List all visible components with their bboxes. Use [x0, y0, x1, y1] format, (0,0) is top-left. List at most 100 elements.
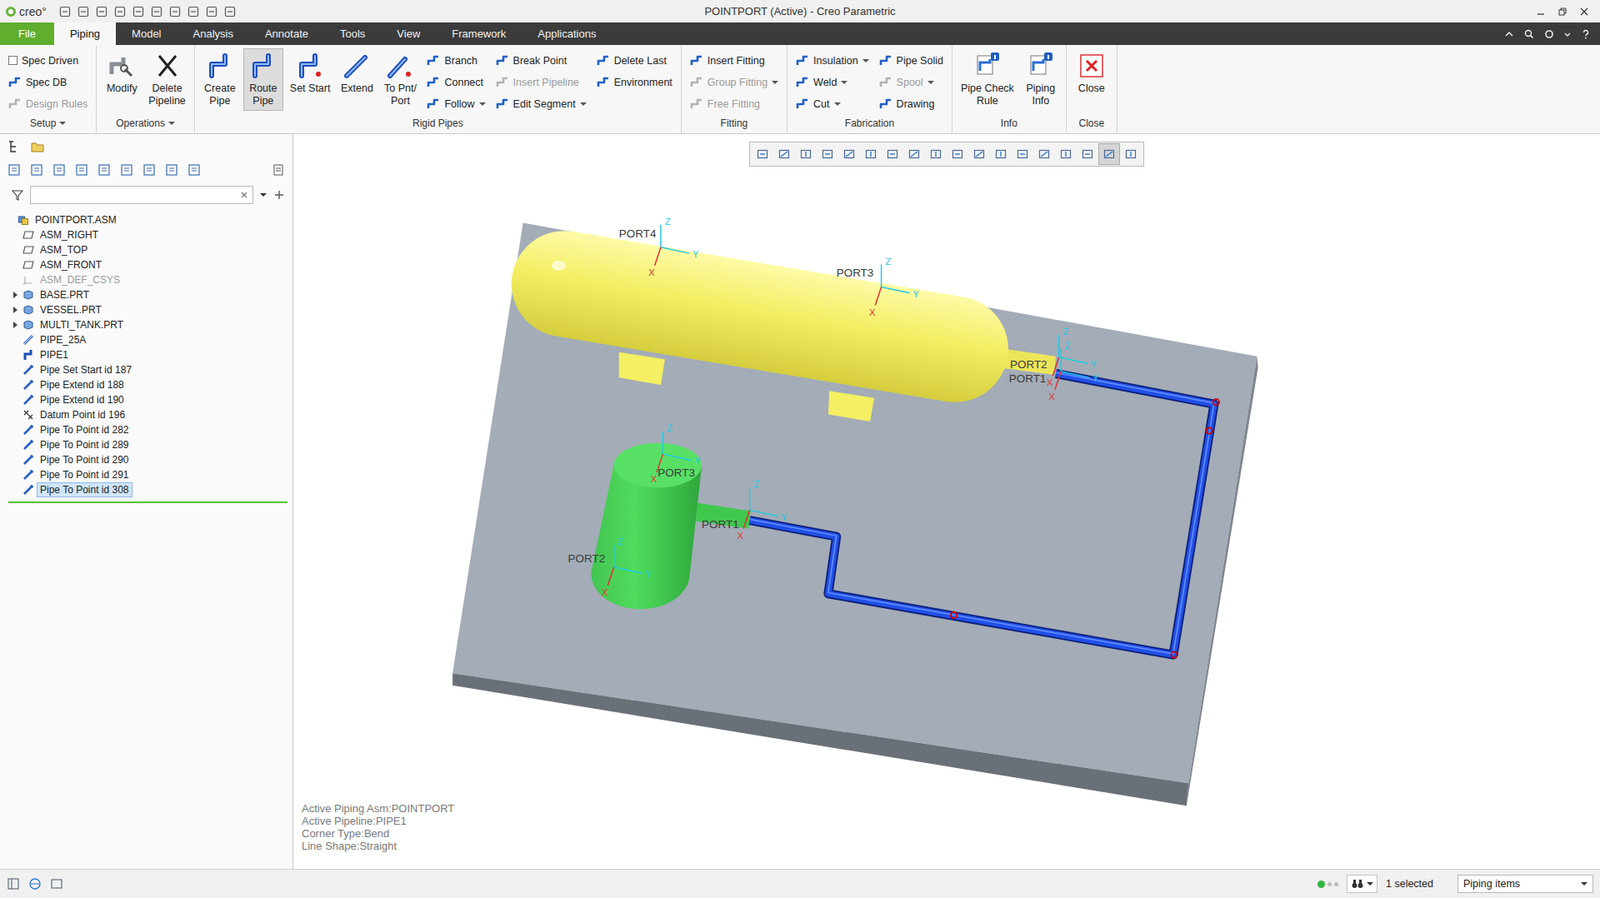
dropdown-caret[interactable]: [771, 80, 779, 85]
dropdown-caret[interactable]: [834, 102, 841, 106]
tree-tool-icon[interactable]: [51, 162, 67, 178]
dropdown-caret[interactable]: [479, 102, 486, 106]
add-icon[interactable]: [273, 189, 285, 201]
tree-item[interactable]: Pipe To Point id 282: [0, 422, 293, 438]
pipe-route[interactable]: [750, 372, 1220, 659]
tree-tool-icon[interactable]: [6, 162, 22, 178]
search-icon[interactable]: [1523, 28, 1535, 40]
browser-icon[interactable]: [28, 877, 42, 891]
selection-filter-dropdown[interactable]: Piping items: [1457, 875, 1594, 894]
quick-access-icon[interactable]: [223, 5, 237, 19]
ribbon-button[interactable]: Branch: [423, 50, 489, 71]
menu-tab[interactable]: Applications: [521, 22, 612, 45]
dropdown-caret[interactable]: [580, 102, 587, 106]
graphics-toolbar-button[interactable]: [1011, 143, 1034, 165]
tree-item[interactable]: ASM_DEF_CSYS: [0, 272, 293, 288]
graphics-toolbar-button[interactable]: [816, 143, 839, 165]
collapse-ribbon-icon[interactable]: [1503, 28, 1515, 40]
dropdown-caret[interactable]: [840, 80, 848, 85]
ribbon-button[interactable]: Group Fitting: [686, 71, 782, 93]
settings-icon[interactable]: [1543, 28, 1555, 40]
graphics-window[interactable]: ZYXPORT4ZYXPORT3ZYXPORT2ZYXPORT1ZYXPORT3…: [293, 134, 1600, 870]
tree-item[interactable]: VESSEL.PRT: [0, 302, 293, 318]
ribbon-large-button[interactable]: Close: [1071, 48, 1112, 99]
graphics-toolbar-button[interactable]: [795, 143, 817, 165]
tree-item[interactable]: ASM_TOP: [0, 242, 293, 258]
graphics-toolbar-button[interactable]: [1055, 143, 1077, 165]
tree-tool-icon[interactable]: [74, 162, 90, 178]
menu-tab[interactable]: Analysis: [177, 22, 250, 45]
ribbon-button[interactable]: Delete Last: [593, 50, 676, 71]
graphics-toolbar-button[interactable]: [860, 143, 882, 165]
insert-indicator[interactable]: [8, 501, 288, 504]
tree-item[interactable]: BASE.PRT: [0, 287, 293, 303]
tree-item[interactable]: PIPE1: [0, 347, 293, 363]
close-window-icon[interactable]: [1578, 5, 1590, 18]
tree-item[interactable]: Pipe To Point id 289: [0, 437, 293, 453]
ribbon-large-button[interactable]: To Pnt/Port: [380, 48, 420, 111]
ribbon-button[interactable]: Edit Segment: [492, 93, 590, 115]
filter-dropdown-caret[interactable]: [260, 193, 267, 197]
quick-access-icon[interactable]: [58, 5, 72, 19]
quick-access-icon[interactable]: [186, 5, 200, 19]
graphics-toolbar-button[interactable]: [1033, 143, 1055, 165]
quick-access-icon[interactable]: [150, 5, 164, 19]
ribbon-large-button[interactable]: RoutePipe: [243, 48, 284, 111]
menu-tab[interactable]: Model: [115, 22, 177, 45]
ribbon-button[interactable]: Pipe Solid: [875, 50, 947, 71]
menu-tab[interactable]: File: [0, 22, 55, 45]
help-icon[interactable]: [1580, 28, 1592, 40]
ribbon-large-button[interactable]: CreatePipe: [200, 48, 240, 111]
tree-item[interactable]: Pipe Extend id 188: [0, 377, 293, 393]
ribbon-large-button[interactable]: PipingInfo: [1020, 48, 1061, 111]
ribbon-button[interactable]: Spool: [875, 71, 947, 93]
ribbon-button[interactable]: Design Rules: [5, 93, 91, 115]
graphics-toolbar-button[interactable]: [773, 143, 795, 165]
minimize-icon[interactable]: [1535, 5, 1547, 18]
tree-settings-icon[interactable]: [270, 162, 286, 178]
model-tree-tab-icon[interactable]: [6, 139, 22, 155]
quick-access-icon[interactable]: [76, 5, 90, 19]
tree-item[interactable]: MULTI_TANK.PRT: [0, 317, 293, 333]
clear-icon[interactable]: [240, 190, 249, 200]
ribbon-button[interactable]: Weld: [792, 71, 873, 93]
vessel[interactable]: [503, 223, 1056, 422]
ribbon-button[interactable]: Environment: [593, 71, 676, 93]
ribbon-button[interactable]: Spec Driven: [5, 50, 91, 71]
ribbon-large-button[interactable]: Extend: [336, 48, 377, 99]
quick-access-icon[interactable]: [205, 5, 219, 19]
ribbon-button[interactable]: Insulation: [792, 50, 873, 71]
tree-tool-icon[interactable]: [29, 162, 45, 178]
ribbon-large-button[interactable]: Modify: [101, 48, 142, 99]
restore-icon[interactable]: [1556, 5, 1569, 18]
base-plate[interactable]: [452, 222, 1259, 806]
expand-arrow[interactable]: [13, 291, 18, 299]
tree-tool-icon[interactable]: [141, 162, 157, 178]
port[interactable]: ZYXPORT3: [650, 423, 702, 485]
menu-tab[interactable]: Piping: [54, 22, 116, 45]
port[interactable]: ZYXPORT3: [836, 256, 920, 318]
graphics-toolbar-button[interactable]: [838, 143, 860, 165]
find-button[interactable]: [1346, 875, 1378, 894]
expand-arrow[interactable]: [13, 306, 18, 314]
ribbon-button[interactable]: Connect: [423, 71, 489, 93]
graphics-toolbar-button[interactable]: [751, 143, 774, 165]
tree-item[interactable]: Pipe To Point id 291: [0, 467, 293, 483]
dropdown-caret[interactable]: [168, 121, 175, 125]
menu-tab[interactable]: Tools: [324, 22, 381, 45]
folder-tab-icon[interactable]: [30, 139, 45, 155]
model-view[interactable]: ZYXPORT4ZYXPORT3ZYXPORT2ZYXPORT1ZYXPORT3…: [293, 134, 1600, 870]
quick-access-icon[interactable]: [168, 5, 182, 19]
tree-item[interactable]: Pipe To Point id 290: [0, 452, 293, 468]
tree-tool-icon[interactable]: [186, 162, 202, 178]
graphics-toolbar-button[interactable]: [1076, 143, 1099, 165]
ribbon-button[interactable]: Cut: [792, 93, 873, 115]
tree-item[interactable]: POINTPORT.ASM: [0, 212, 293, 228]
ribbon-button[interactable]: Insert Fitting: [686, 50, 782, 71]
tree-item[interactable]: Pipe To Point id 308: [0, 482, 293, 498]
full-screen-icon[interactable]: [50, 877, 64, 891]
graphics-toolbar-button[interactable]: [881, 143, 904, 165]
tree-tool-icon[interactable]: [96, 162, 112, 178]
tree-item[interactable]: ASM_FRONT: [0, 257, 293, 273]
tree-item[interactable]: ASM_RIGHT: [0, 227, 293, 243]
